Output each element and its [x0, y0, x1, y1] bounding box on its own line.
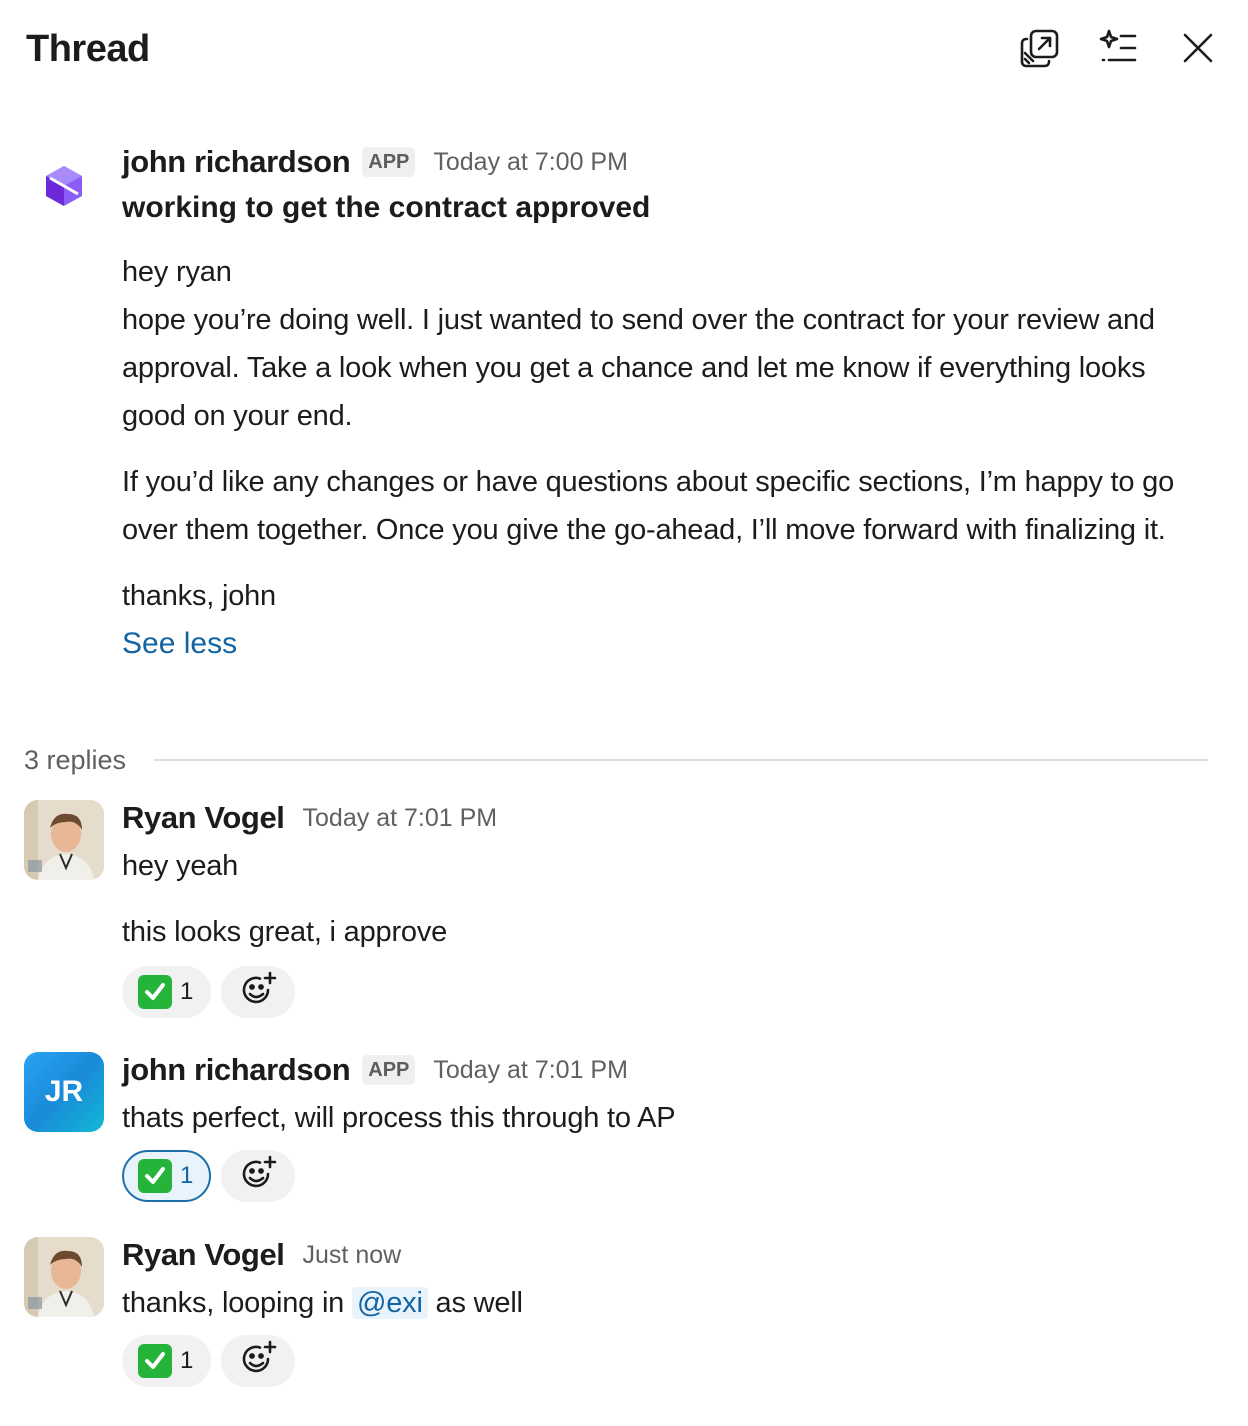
user-mention[interactable]: @exi	[351, 1287, 428, 1319]
message-paragraph: hope you’re doing well. I just wanted to…	[122, 304, 1155, 432]
app-avatar[interactable]	[24, 144, 104, 224]
thread-header: Thread	[0, 0, 1248, 100]
close-icon	[1181, 31, 1215, 65]
app-logo-icon	[24, 144, 104, 224]
message-author[interactable]: Ryan Vogel	[122, 1235, 285, 1275]
message-text: thats perfect, will process this through…	[122, 1102, 676, 1134]
add-reaction-button[interactable]	[221, 1150, 296, 1202]
check-mark-icon	[138, 1159, 172, 1193]
check-mark-icon	[138, 1344, 172, 1378]
message-author[interactable]: john richardson	[122, 142, 351, 182]
message-text-after: as well	[427, 1287, 523, 1319]
avatar[interactable]	[24, 1237, 104, 1317]
see-less-link[interactable]: See less	[122, 620, 1208, 668]
message-text: hey yeah	[122, 850, 239, 882]
reaction-check[interactable]: 1	[122, 1150, 212, 1202]
reaction-check[interactable]: 1	[122, 966, 212, 1018]
open-in-new-window-icon	[1019, 27, 1061, 69]
add-emoji-icon	[238, 1339, 278, 1384]
message-text-before: thanks, looping in	[122, 1287, 352, 1319]
message-text: thanks, looping in @exi as well	[122, 1279, 1208, 1327]
reply-message: Ryan Vogel Just now thanks, looping in @…	[0, 1235, 1248, 1405]
thread-title: Thread	[26, 28, 150, 70]
check-mark-icon	[138, 975, 172, 1009]
replies-divider: 3 replies	[24, 740, 1208, 780]
parent-message: john richardson APP Today at 7:00 PM wor…	[0, 142, 1248, 732]
app-badge: APP	[362, 1055, 416, 1085]
message-timestamp[interactable]: Today at 7:01 PM	[433, 1050, 628, 1090]
user-photo	[24, 1237, 104, 1317]
reaction-count: 1	[180, 1347, 194, 1374]
add-reaction-button[interactable]	[221, 1335, 296, 1387]
message-author[interactable]: john richardson	[122, 1050, 351, 1090]
reaction-check[interactable]: 1	[122, 1335, 212, 1387]
message-author[interactable]: Ryan Vogel	[122, 798, 285, 838]
divider-line	[154, 759, 1208, 761]
message-paragraph: If you’d like any changes or have questi…	[122, 466, 1174, 546]
message-text: this looks great, i approve	[122, 916, 448, 948]
reply-message: JR john richardson APP Today at 7:01 PM …	[0, 1050, 1248, 1220]
add-reaction-button[interactable]	[221, 966, 296, 1018]
user-photo	[24, 800, 104, 880]
message-timestamp[interactable]: Today at 7:01 PM	[303, 798, 498, 838]
replies-count: 3 replies	[24, 744, 127, 775]
message-timestamp[interactable]: Just now	[303, 1235, 402, 1275]
add-emoji-icon	[238, 1154, 278, 1199]
add-emoji-icon	[238, 970, 278, 1015]
reply-message: Ryan Vogel Today at 7:01 PM hey yeah thi…	[0, 798, 1248, 1028]
reactions-bar: 1	[122, 1335, 1208, 1387]
reaction-count: 1	[180, 978, 194, 1005]
reaction-count: 1	[180, 1162, 194, 1189]
avatar[interactable]	[24, 800, 104, 880]
app-badge: APP	[362, 147, 416, 177]
avatar[interactable]: JR	[24, 1052, 104, 1132]
message-timestamp[interactable]: Today at 7:00 PM	[433, 142, 628, 182]
close-button[interactable]	[1172, 22, 1224, 74]
reactions-bar: 1	[122, 1150, 1208, 1202]
reactions-bar: 1	[122, 966, 1208, 1018]
message-greeting: hey ryan	[122, 256, 232, 288]
message-signoff: thanks, john	[122, 580, 276, 612]
ai-summary-icon	[1097, 27, 1139, 69]
open-in-new-window-button[interactable]	[1014, 22, 1066, 74]
message-subject: working to get the contract approved	[122, 191, 651, 224]
ai-summary-button[interactable]	[1092, 22, 1144, 74]
